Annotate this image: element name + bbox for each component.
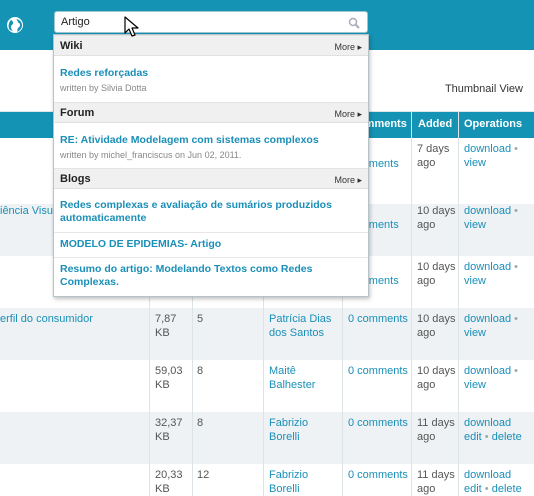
suggestion-title[interactable]: Redes reforçadas xyxy=(60,67,360,80)
suggestion-meta: written by michel_franciscus on Jun 02, … xyxy=(60,150,242,160)
added-text: 10 days ago xyxy=(417,313,456,339)
operations: download edit • delete xyxy=(464,469,522,495)
suggestion-title[interactable]: Resumo do artigo: Modelando Textos como … xyxy=(60,263,360,289)
document-title-link[interactable]: erfil do consumidor xyxy=(0,312,93,326)
edit-link[interactable]: edit xyxy=(464,431,482,443)
added-text: 11 days ago xyxy=(417,469,455,495)
operations: download • view xyxy=(464,261,519,287)
section-title: Blogs xyxy=(60,173,91,185)
table-row: 59,03 KB 8 Maitê Balhester 0 comments 10… xyxy=(0,360,534,412)
author-link[interactable]: Fabrizio Borelli xyxy=(269,468,339,496)
download-link[interactable]: download xyxy=(464,417,511,429)
download-link[interactable]: download xyxy=(464,469,511,481)
view-link[interactable]: view xyxy=(464,379,486,391)
view-link[interactable]: view xyxy=(464,327,486,339)
count-text: 12 xyxy=(197,469,210,481)
download-link[interactable]: download xyxy=(464,143,511,155)
view-link[interactable]: view xyxy=(464,275,486,287)
author-link[interactable]: Fabrizio Borelli xyxy=(269,416,339,444)
delete-link[interactable]: delete xyxy=(492,483,522,495)
added-text: 10 days ago xyxy=(417,261,456,287)
table-row: 20,33 KB 12 Fabrizio Borelli 0 comments … xyxy=(0,464,534,496)
section-header-blogs: Blogs More ▸ xyxy=(54,168,368,189)
download-link[interactable]: download xyxy=(464,261,511,273)
added-text: 7 days ago xyxy=(417,143,450,169)
suggestion-item[interactable]: Redes reforçadas written by Silvia Dotta xyxy=(60,67,360,93)
search-icon[interactable] xyxy=(348,17,360,29)
comments-link[interactable]: 0 comments xyxy=(348,364,410,378)
size-text: 7,87 KB xyxy=(155,313,177,339)
section-title: Wiki xyxy=(60,40,83,52)
added-text: 10 days ago xyxy=(417,365,456,391)
edit-link[interactable]: edit xyxy=(464,483,482,495)
size-text: 59,03 KB xyxy=(155,365,183,391)
table-row: erfil do consumidor 7,87 KB 5 Patrícia D… xyxy=(0,308,534,360)
view-link[interactable]: view xyxy=(464,219,486,231)
divider xyxy=(54,257,368,258)
globe-icon[interactable] xyxy=(6,16,24,34)
operations: download • view xyxy=(464,143,519,169)
suggestion-title[interactable]: MODELO DE EPIDEMIAS- Artigo xyxy=(60,238,360,251)
suggestion-item[interactable]: RE: Atividade Modelagem com sistemas com… xyxy=(60,134,360,160)
suggestion-item[interactable]: Resumo do artigo: Modelando Textos como … xyxy=(60,263,360,289)
suggestion-title[interactable]: RE: Atividade Modelagem com sistemas com… xyxy=(60,134,360,147)
delete-link[interactable]: delete xyxy=(492,431,522,443)
section-title: Forum xyxy=(60,107,95,119)
more-link[interactable]: More ▸ xyxy=(334,42,362,53)
column-divider xyxy=(411,112,412,496)
comments-link[interactable]: 0 comments xyxy=(348,416,410,430)
operations: download • view xyxy=(464,205,519,231)
view-link[interactable]: view xyxy=(464,157,486,169)
section-header-wiki: Wiki More ▸ xyxy=(54,35,368,56)
suggestion-item[interactable]: MODELO DE EPIDEMIAS- Artigo xyxy=(60,238,360,251)
author-link[interactable]: Maitê Balhester xyxy=(269,364,339,392)
count-text: 5 xyxy=(197,313,204,325)
document-title-link[interactable]: iência Visu xyxy=(0,204,53,218)
download-link[interactable]: download xyxy=(464,365,511,377)
size-text: 32,37 KB xyxy=(155,417,183,443)
divider xyxy=(54,232,368,233)
download-link[interactable]: download xyxy=(464,313,511,325)
added-text: 11 days ago xyxy=(417,417,455,443)
operations: download • view xyxy=(464,313,519,339)
added-text: 10 days ago xyxy=(417,205,456,231)
suggestion-title[interactable]: Redes complexas e avaliação de sumários … xyxy=(60,199,360,225)
header-added[interactable]: Added xyxy=(418,118,452,130)
count-text: 8 xyxy=(197,417,204,429)
search-suggestions-dropdown: Wiki More ▸ Redes reforçadas written by … xyxy=(53,34,369,297)
count-text: 8 xyxy=(197,365,204,377)
size-text: 20,33 KB xyxy=(155,469,183,495)
column-divider xyxy=(458,112,459,496)
thumbnail-view-link[interactable]: Thumbnail View xyxy=(445,83,523,95)
search-input[interactable]: Artigo xyxy=(54,11,368,33)
more-link[interactable]: More ▸ xyxy=(334,175,362,186)
comments-link[interactable]: 0 comments xyxy=(348,312,410,326)
download-link[interactable]: download xyxy=(464,205,511,217)
suggestion-item[interactable]: Redes complexas e avaliação de sumários … xyxy=(60,199,360,225)
operations: download • view xyxy=(464,365,519,391)
more-link[interactable]: More ▸ xyxy=(334,109,362,120)
header-operations: Operations xyxy=(464,118,523,130)
suggestion-meta: written by Silvia Dotta xyxy=(60,83,147,93)
search-value[interactable]: Artigo xyxy=(61,16,90,28)
mouse-cursor-icon xyxy=(124,16,139,37)
comments-link[interactable]: 0 comments xyxy=(348,468,410,482)
operations: download edit • delete xyxy=(464,417,522,443)
author-link[interactable]: Patrícia Dias dos Santos xyxy=(269,312,339,340)
table-row: 32,37 KB 8 Fabrizio Borelli 0 comments 1… xyxy=(0,412,534,464)
section-header-forum: Forum More ▸ xyxy=(54,102,368,123)
